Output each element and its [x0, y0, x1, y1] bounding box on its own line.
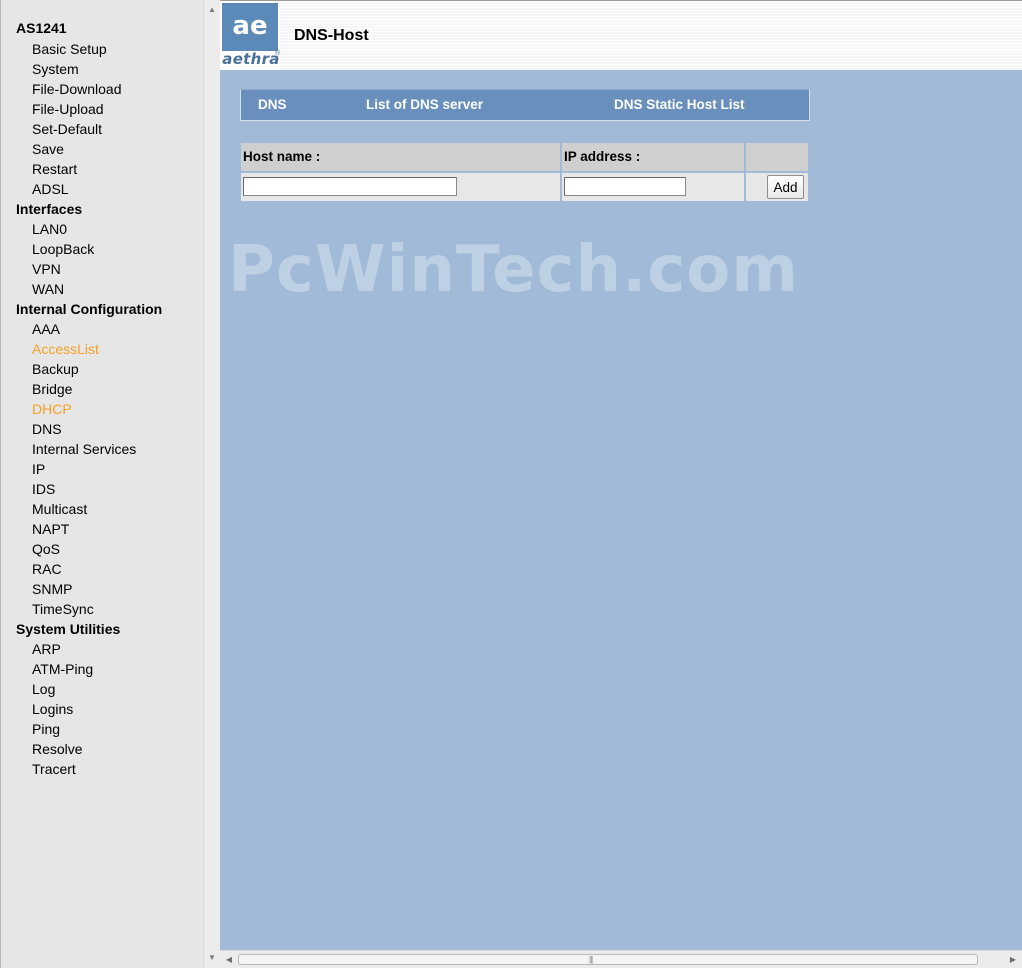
aethra-logo: ae aethra ® [220, 1, 280, 70]
nav-item-basic-setup[interactable]: Basic Setup [1, 39, 201, 59]
host-name-header: Host name : [241, 143, 560, 171]
horizontal-scrollbar[interactable]: ◀ ||| ▶ [220, 950, 1022, 968]
nav-item-accesslist[interactable]: AccessList [1, 339, 201, 359]
host-name-input[interactable] [243, 177, 457, 196]
nav-item-file-upload[interactable]: File-Upload [1, 99, 201, 119]
ip-address-input[interactable] [564, 177, 686, 196]
logo-mark: ae [222, 3, 278, 51]
nav-group-internal-configuration: Internal Configuration [16, 301, 163, 317]
nav-item-arp[interactable]: ARP [1, 639, 201, 659]
nav-item-atm-ping[interactable]: ATM-Ping [1, 659, 201, 679]
nav-item-napt[interactable]: NAPT [1, 519, 201, 539]
nav-item-set-default[interactable]: Set-Default [1, 119, 201, 139]
nav-item-backup[interactable]: Backup [1, 359, 201, 379]
dns-host-table: Host name : IP address : Add [241, 143, 810, 201]
nav-item-resolve[interactable]: Resolve [1, 739, 201, 759]
nav-item-bridge[interactable]: Bridge [1, 379, 201, 399]
nav-item-qos[interactable]: QoS [1, 539, 201, 559]
nav-item-dhcp[interactable]: DHCP [1, 399, 201, 419]
nav-item-lan0[interactable]: LAN0 [1, 219, 201, 239]
nav-group-system-utilities: System Utilities [16, 621, 121, 637]
nav-item-ids[interactable]: IDS [1, 479, 201, 499]
nav-item-snmp[interactable]: SNMP [1, 579, 201, 599]
navigation-sidebar: AS1241 Basic Setup System File-Download Fil… [0, 0, 203, 968]
nav-item-wan[interactable]: WAN [1, 279, 201, 299]
nav-item-aaa[interactable]: AAA [1, 319, 201, 339]
scroll-up-arrow-icon[interactable]: ▲ [204, 3, 220, 17]
nav-item-file-download[interactable]: File-Download [1, 79, 201, 99]
scrollbar-grip-icon: ||| [589, 955, 593, 964]
action-header-cell [746, 143, 808, 171]
scroll-right-arrow-icon[interactable]: ▶ [1006, 953, 1020, 967]
tab-dns-static-host-list[interactable]: DNS Static Host List [614, 90, 745, 120]
nav-item-tracert[interactable]: Tracert [1, 759, 201, 779]
nav-item-log[interactable]: Log [1, 679, 201, 699]
nav-item-system[interactable]: System [1, 59, 201, 79]
nav-item-vpn[interactable]: VPN [1, 259, 201, 279]
page-title: DNS-Host [294, 27, 369, 44]
scrollbar-thumb[interactable]: ||| [238, 954, 978, 965]
nav-item-internal-services[interactable]: Internal Services [1, 439, 201, 459]
nav-item-restart[interactable]: Restart [1, 159, 201, 179]
nav-item-logins[interactable]: Logins [1, 699, 201, 719]
scroll-left-arrow-icon[interactable]: ◀ [222, 953, 236, 967]
nav-item-ip[interactable]: IP [1, 459, 201, 479]
nav-menu: Basic Setup System File-Download File-Uploa… [1, 39, 201, 779]
nav-item-dns[interactable]: DNS [1, 419, 201, 439]
add-button[interactable]: Add [767, 175, 804, 199]
tab-dns-server-list[interactable]: List of DNS server [366, 90, 483, 120]
nav-item-rac[interactable]: RAC [1, 559, 201, 579]
scroll-down-arrow-icon[interactable]: ▼ [204, 951, 220, 965]
ip-address-cell [562, 173, 744, 201]
host-name-cell [241, 173, 560, 201]
nav-root-title[interactable]: AS1241 [16, 20, 67, 36]
nav-item-timesync[interactable]: TimeSync [1, 599, 201, 619]
tab-dns[interactable]: DNS [258, 90, 287, 120]
header-bar: ae aethra ® DNS-Host [220, 0, 1022, 70]
nav-item-ping[interactable]: Ping [1, 719, 201, 739]
ip-address-header: IP address : [562, 143, 744, 171]
registered-mark: ® [275, 50, 281, 57]
logo-wordmark: aethra [222, 50, 280, 68]
nav-item-loopback[interactable]: LoopBack [1, 239, 201, 259]
nav-group-interfaces: Interfaces [16, 201, 83, 217]
nav-item-save[interactable]: Save [1, 139, 201, 159]
main-content: DNS List of DNS server DNS Static Host L… [220, 70, 1022, 950]
watermark: PcWinTech.com [228, 233, 799, 307]
dns-tab-bar: DNS List of DNS server DNS Static Host L… [240, 89, 810, 121]
nav-item-adsl[interactable]: ADSL [1, 179, 201, 199]
nav-item-multicast[interactable]: Multicast [1, 499, 201, 519]
nav-vertical-scrollbar[interactable]: ▲ ▼ [203, 0, 220, 968]
